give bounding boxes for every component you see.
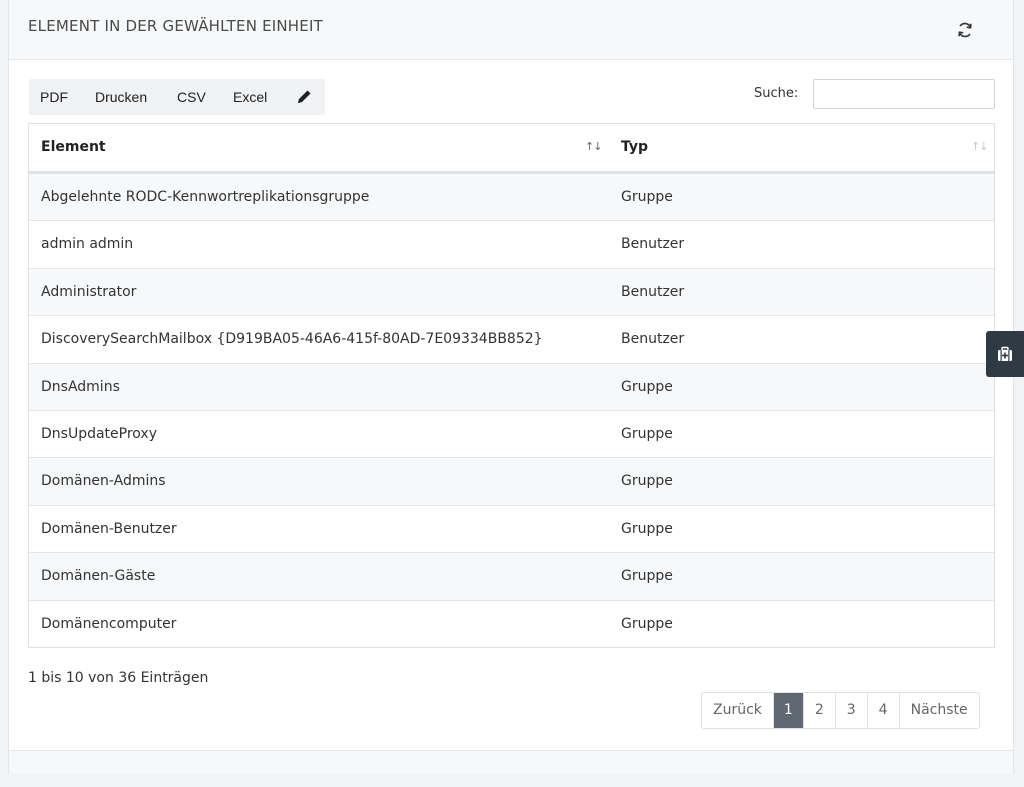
- medkit-icon: [998, 346, 1012, 361]
- table-row: Abgelehnte RODC-Kennwortreplikationsgrup…: [29, 173, 994, 221]
- cell-element: DnsAdmins: [41, 378, 120, 395]
- cell-typ: Benutzer: [621, 283, 685, 300]
- table-header: Element ↑↓ Typ ↑↓: [29, 124, 994, 173]
- table-row: admin admin Benutzer: [29, 220, 994, 268]
- sort-icon[interactable]: ↑↓: [971, 140, 988, 153]
- element-table: Element ↑↓ Typ ↑↓ Abgelehnte RODC-Kennwo…: [28, 123, 995, 648]
- page-button-2[interactable]: 2: [802, 693, 835, 728]
- table-row: DnsUpdateProxy Gruppe: [29, 409, 994, 458]
- search-input[interactable]: [813, 79, 995, 109]
- cell-element: Domänen-Gäste: [41, 568, 156, 585]
- table-row: DiscoverySearchMailbox {D919BA05-46A6-41…: [29, 315, 994, 363]
- cell-typ: Gruppe: [621, 615, 673, 632]
- cell-element: Domänen-Benutzer: [41, 520, 177, 537]
- cell-typ: Benutzer: [621, 236, 685, 253]
- refresh-icon[interactable]: [955, 20, 975, 40]
- page-button-3[interactable]: 3: [834, 693, 867, 728]
- search-label: Suche:: [754, 86, 799, 101]
- table-row: Administrator Benutzer: [29, 267, 994, 316]
- cell-typ: Gruppe: [621, 425, 673, 442]
- card-header: ELEMENT IN DER GEWÄHLTEN EINHEIT: [9, 0, 1013, 60]
- previous-page-button[interactable]: Zurück: [702, 693, 773, 728]
- table-row: DnsAdmins Gruppe: [29, 362, 994, 410]
- cell-element: Abgelehnte RODC-Kennwortreplikationsgrup…: [41, 189, 370, 205]
- column-header-element[interactable]: Element: [41, 139, 106, 155]
- cell-typ: Gruppe: [621, 378, 673, 395]
- table-row: Domänen-Gäste Gruppe: [29, 552, 994, 600]
- cell-typ: Gruppe: [621, 568, 673, 585]
- print-button[interactable]: Drucken: [95, 89, 147, 105]
- page-button-1[interactable]: 1: [772, 693, 803, 728]
- table-row: Domänen-Admins Gruppe: [29, 457, 994, 505]
- cell-element: DiscoverySearchMailbox {D919BA05-46A6-41…: [41, 331, 543, 348]
- table-info: 1 bis 10 von 36 Einträgen: [28, 670, 209, 686]
- excel-button[interactable]: Excel: [233, 89, 267, 105]
- cell-element: Administrator: [41, 283, 137, 300]
- pdf-button[interactable]: PDF: [40, 89, 68, 105]
- table-body: Abgelehnte RODC-Kennwortreplikationsgrup…: [29, 173, 994, 647]
- side-widget-button[interactable]: [986, 331, 1024, 377]
- export-toolbar: PDF Drucken CSV Excel: [29, 79, 325, 115]
- csv-button[interactable]: CSV: [177, 89, 206, 105]
- pencil-icon[interactable]: [295, 88, 313, 106]
- pagination: Zurück 1 2 3 4 Nächste: [701, 692, 980, 729]
- card-footer: [9, 750, 1013, 774]
- cell-typ: Benutzer: [621, 331, 685, 348]
- table-row: Domänencomputer Gruppe: [29, 599, 994, 647]
- cell-typ: Gruppe: [621, 520, 673, 537]
- cell-typ: Gruppe: [621, 189, 673, 205]
- cell-element: DnsUpdateProxy: [41, 425, 157, 442]
- cell-typ: Gruppe: [621, 473, 673, 490]
- table-row: Domänen-Benutzer Gruppe: [29, 504, 994, 553]
- cell-element: Domänen-Admins: [41, 473, 166, 490]
- cell-element: Domänencomputer: [41, 615, 177, 632]
- card-title: ELEMENT IN DER GEWÄHLTEN EINHEIT: [28, 17, 323, 35]
- sort-icon[interactable]: ↑↓: [585, 140, 602, 153]
- element-card: ELEMENT IN DER GEWÄHLTEN EINHEIT PDF Dru…: [8, 0, 1014, 774]
- column-header-typ[interactable]: Typ: [621, 139, 648, 155]
- page-button-4[interactable]: 4: [866, 693, 899, 728]
- next-page-button[interactable]: Nächste: [898, 693, 979, 728]
- cell-element: admin admin: [41, 236, 134, 253]
